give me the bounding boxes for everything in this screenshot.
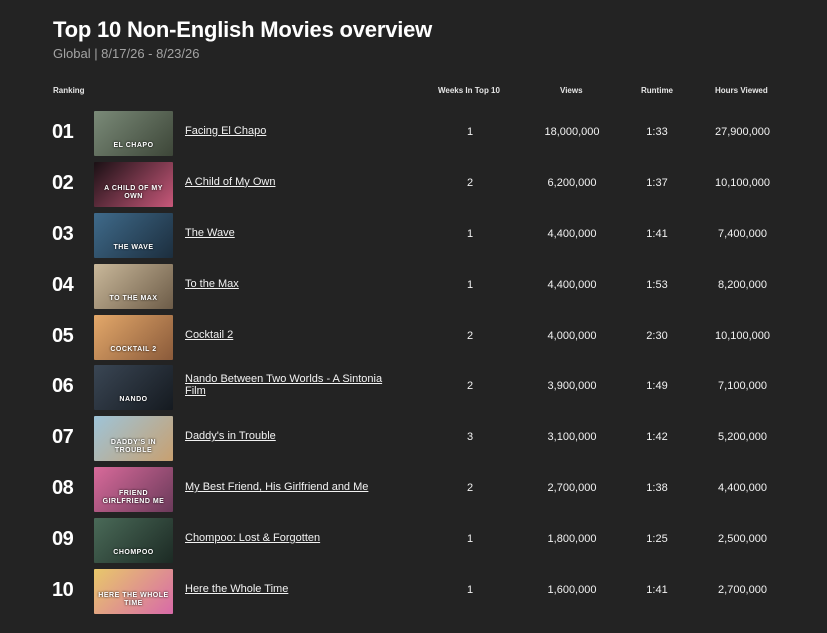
hours-viewed-value: 2,700,000	[718, 584, 767, 597]
table-row: 02 A CHILD OF MY OWN A Child of My Own 2 6,2…	[0, 159, 827, 210]
runtime-value: 2:30	[646, 329, 668, 342]
thumbnail-title-art: DADDY'S IN TROUBLE	[110, 439, 157, 455]
column-header-hours: Hours Viewed	[715, 86, 768, 95]
column-header-weeks: Weeks In Top 10	[438, 86, 500, 95]
views-value: 6,200,000	[547, 176, 597, 189]
column-header-views: Views	[560, 86, 583, 95]
hours-viewed-value: 8,200,000	[718, 278, 767, 291]
page-title: Top 10 Non-English Movies overview	[53, 17, 433, 42]
weeks-in-top10: 1	[466, 227, 474, 240]
thumbnail-title-art: HERE THE WHOLE TIME	[98, 592, 169, 608]
movie-title-link[interactable]: Daddy's in Trouble	[185, 430, 400, 442]
movie-title-link[interactable]: The Wave	[185, 227, 400, 239]
table-row: 10 HERE THE WHOLE TIME Here the Whole Time…	[0, 566, 827, 617]
movie-thumbnail[interactable]: EL CHAPO	[94, 111, 173, 156]
weeks-in-top10: 1	[466, 126, 474, 138]
weeks-in-top10: 2	[466, 380, 474, 393]
movie-thumbnail[interactable]: FRIEND GIRLFRIEND ME	[94, 467, 173, 513]
views-value: 2,700,000	[547, 482, 597, 495]
views-value: 18,000,000	[544, 126, 600, 138]
runtime-value: 1:41	[646, 227, 668, 240]
table-row: 07 DADDY'S IN TROUBLE Daddy's in Trouble 3 3…	[0, 413, 827, 464]
rank-number: 07	[52, 426, 74, 449]
weeks-in-top10: 2	[466, 176, 474, 189]
runtime-value: 1:49	[646, 380, 668, 393]
thumbnail-title-art: A CHILD OF MY OWN	[104, 184, 163, 200]
thumbnail-title-art: TO THE MAX	[109, 294, 158, 302]
rank-number: 02	[52, 171, 74, 194]
column-header-runtime: Runtime	[641, 86, 673, 95]
movie-title-link[interactable]: A Child of My Own	[185, 176, 400, 188]
runtime-value: 1:41	[646, 584, 668, 597]
table-row: 05 COCKTAIL 2 Cocktail 2 2 4,000,000 2:30 10,1…	[0, 312, 827, 363]
movie-list: 01 EL CHAPO Facing El Chapo 1 18,000,000 1:33…	[0, 108, 827, 617]
column-header-ranking: Ranking	[53, 86, 85, 95]
table-row: 04 TO THE MAX To the Max 1 4,400,000 1:53 8,20…	[0, 261, 827, 312]
weeks-in-top10: 2	[466, 329, 474, 342]
table-row: 03 THE WAVE The Wave 1 4,400,000 1:41 7,400,00…	[0, 210, 827, 261]
page: Top 10 Non-English Movies overview Globa…	[0, 0, 827, 633]
weeks-in-top10: 1	[466, 584, 474, 597]
runtime-value: 1:53	[646, 278, 668, 291]
movie-title-link[interactable]: To the Max	[185, 278, 400, 290]
thumbnail-title-art: THE WAVE	[113, 243, 154, 251]
rank-number: 08	[52, 477, 74, 500]
hours-viewed-value: 27,900,000	[714, 126, 771, 138]
hours-viewed-value: 10,100,000	[714, 329, 771, 342]
table-row: 09 CHOMPOO Chompoo: Lost & Forgotten 1 1,800…	[0, 515, 827, 566]
views-value: 3,100,000	[547, 431, 597, 444]
movie-thumbnail[interactable]: HERE THE WHOLE TIME	[94, 569, 173, 615]
thumbnail-title-art: EL CHAPO	[113, 142, 154, 149]
movie-title-link[interactable]: My Best Friend, His Girlfriend and Me	[185, 481, 400, 493]
runtime-value: 1:25	[646, 533, 668, 546]
movie-title-link[interactable]: Chompoo: Lost & Forgotten	[185, 532, 400, 544]
views-value: 3,900,000	[547, 380, 597, 393]
weeks-in-top10: 1	[466, 278, 474, 291]
rank-number: 05	[52, 324, 74, 347]
rank-number: 06	[52, 375, 74, 398]
movie-thumbnail[interactable]: A CHILD OF MY OWN	[94, 161, 173, 207]
views-value: 4,400,000	[547, 278, 597, 291]
weeks-in-top10: 2	[466, 482, 474, 495]
table-row: 06 NANDO Nando Between Two Worlds - A Sint…	[0, 362, 827, 413]
movie-title-link[interactable]: Nando Between Two Worlds - A Sintonia Fi…	[185, 373, 400, 397]
table-row: 08 FRIEND GIRLFRIEND ME My Best Friend, Hi…	[0, 464, 827, 515]
movie-thumbnail[interactable]: CHOMPOO	[94, 518, 173, 564]
movie-thumbnail[interactable]: TO THE MAX	[94, 263, 173, 309]
hours-viewed-value: 4,400,000	[718, 482, 767, 495]
hours-viewed-value: 10,100,000	[714, 176, 771, 189]
rank-number: 10	[52, 579, 74, 602]
runtime-value: 1:42	[646, 431, 668, 444]
movie-title-link[interactable]: Cocktail 2	[185, 329, 400, 341]
views-value: 4,000,000	[547, 329, 597, 342]
page-subtitle: Global | 8/17/26 - 8/23/26	[53, 46, 200, 61]
movie-title-link[interactable]: Facing El Chapo	[185, 125, 400, 137]
weeks-in-top10: 3	[466, 431, 474, 444]
rank-number: 03	[52, 222, 74, 245]
rank-number: 01	[52, 121, 74, 143]
hours-viewed-value: 7,400,000	[718, 227, 767, 240]
weeks-in-top10: 1	[466, 533, 474, 546]
runtime-value: 1:38	[646, 482, 668, 495]
movie-thumbnail[interactable]: COCKTAIL 2	[94, 314, 173, 360]
views-value: 1,600,000	[547, 584, 597, 597]
thumbnail-title-art: COCKTAIL 2	[110, 345, 157, 353]
runtime-value: 1:37	[646, 176, 668, 189]
hours-viewed-value: 2,500,000	[718, 533, 767, 546]
runtime-value: 1:33	[646, 126, 668, 138]
hours-viewed-value: 7,100,000	[718, 380, 767, 393]
thumbnail-title-art: CHOMPOO	[113, 549, 154, 557]
hours-viewed-value: 5,200,000	[718, 431, 767, 444]
movie-thumbnail[interactable]: NANDO	[94, 365, 173, 411]
movie-thumbnail[interactable]: DADDY'S IN TROUBLE	[94, 416, 173, 462]
thumbnail-title-art: NANDO	[119, 396, 148, 404]
rank-number: 09	[52, 528, 74, 551]
movie-thumbnail[interactable]: THE WAVE	[94, 212, 173, 258]
views-value: 1,800,000	[547, 533, 597, 546]
views-value: 4,400,000	[547, 227, 597, 240]
thumbnail-title-art: FRIEND GIRLFRIEND ME	[102, 490, 165, 506]
table-row: 01 EL CHAPO Facing El Chapo 1 18,000,000 1:33…	[0, 108, 827, 159]
movie-title-link[interactable]: Here the Whole Time	[185, 583, 400, 595]
rank-number: 04	[52, 273, 74, 296]
